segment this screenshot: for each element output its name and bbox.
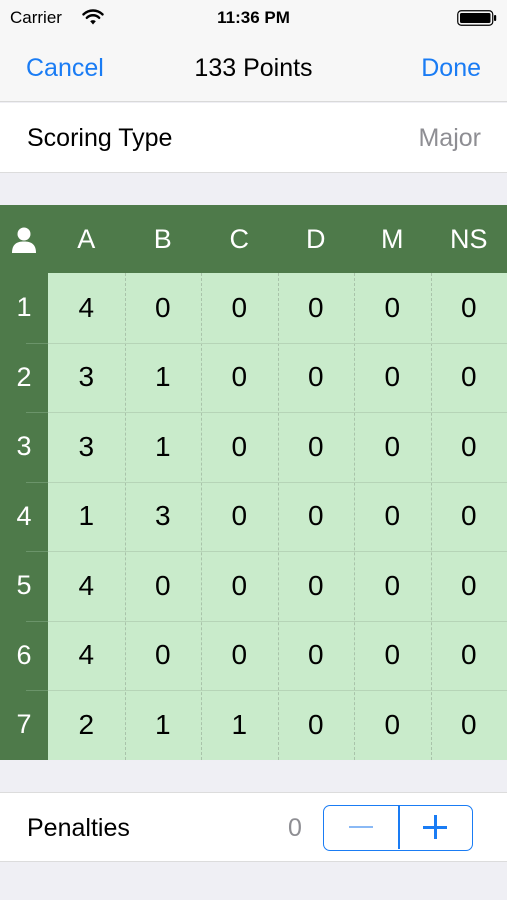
score-cell[interactable]: 0	[431, 690, 507, 759]
column-header-ns: NS	[449, 223, 488, 254]
score-cell[interactable]: 4	[48, 621, 125, 690]
score-cell[interactable]: 0	[354, 412, 431, 481]
score-cell[interactable]: 0	[201, 343, 278, 412]
column-header-b: B	[153, 223, 172, 254]
scoring-type-row[interactable]: Scoring Type Major	[0, 103, 507, 173]
penalties-stepper[interactable]	[323, 805, 473, 851]
row-divider	[26, 620, 48, 622]
score-cell[interactable]: 0	[278, 551, 355, 620]
score-cell[interactable]: 0	[431, 412, 507, 481]
person-icon	[12, 227, 36, 253]
grid-cells: 4000003100003100001300004000004000002110…	[48, 273, 507, 760]
score-cell[interactable]: 1	[201, 690, 278, 759]
score-cell[interactable]: 0	[201, 621, 278, 690]
penalties-label: Penalties	[27, 814, 130, 842]
row-header-3: 3	[16, 431, 32, 461]
score-cell[interactable]: 3	[48, 412, 125, 481]
score-cell[interactable]: 0	[278, 273, 355, 342]
done-button[interactable]: Done	[421, 54, 481, 83]
score-cell[interactable]: 0	[431, 343, 507, 412]
row-divider	[26, 342, 48, 344]
score-cell[interactable]: 0	[431, 621, 507, 690]
increment-button[interactable]	[399, 806, 472, 849]
row-divider	[26, 551, 48, 552]
status-bar: Carrier 11:36 PM	[0, 0, 507, 36]
score-cell[interactable]: 0	[278, 343, 355, 412]
row-header-7: 7	[16, 709, 32, 739]
row-header-4: 4	[16, 500, 32, 531]
score-cell[interactable]: 0	[201, 482, 278, 551]
column-header-d: D	[306, 223, 326, 254]
score-cell[interactable]: 0	[125, 621, 202, 690]
score-grid: A B C D M NS 1234567 400000310000310000130000…	[0, 205, 507, 760]
column-header-c: C	[229, 223, 250, 254]
score-cell[interactable]: 0	[354, 690, 431, 759]
row-header-column: 1 2 3 4 5 6 7	[0, 273, 48, 760]
score-cell[interactable]: 0	[431, 551, 507, 620]
row-header-6: 6	[16, 639, 32, 670]
score-cell[interactable]: 1	[125, 343, 202, 412]
column-header-a: A	[77, 223, 96, 254]
score-cell[interactable]: 2	[48, 690, 125, 759]
score-cell[interactable]: 1	[125, 690, 202, 759]
score-cell[interactable]: 3	[125, 482, 202, 551]
score-cell[interactable]: 0	[125, 273, 202, 342]
row-divider	[26, 690, 48, 691]
score-cell[interactable]: 0	[354, 343, 431, 412]
row-header-5: 5	[16, 570, 32, 600]
battery-icon	[457, 10, 497, 26]
cancel-button[interactable]: Cancel	[26, 54, 104, 83]
penalties-value: 0	[288, 814, 302, 842]
row-divider	[26, 481, 48, 483]
score-cell[interactable]: 3	[48, 343, 125, 412]
score-cell[interactable]: 0	[354, 482, 431, 551]
score-cell[interactable]: 0	[278, 412, 355, 481]
score-cell[interactable]: 0	[201, 551, 278, 620]
score-cell[interactable]: 1	[48, 482, 125, 551]
score-cell[interactable]: 4	[48, 551, 125, 620]
score-cell[interactable]: 0	[125, 551, 202, 620]
row-header-1: 1	[16, 292, 32, 322]
score-cell[interactable]: 0	[431, 482, 507, 551]
score-cell[interactable]: 0	[278, 690, 355, 759]
penalties-row: Penalties 0	[0, 792, 507, 862]
score-cell[interactable]: 0	[201, 273, 278, 342]
row-divider	[26, 412, 48, 413]
score-cell[interactable]: 4	[48, 273, 125, 342]
decrement-button[interactable]	[324, 806, 398, 849]
column-header-m: M	[381, 223, 404, 254]
status-time: 11:36 PM	[217, 8, 290, 27]
score-cell[interactable]: 0	[354, 551, 431, 620]
score-cell[interactable]: 0	[201, 412, 278, 481]
nav-bar: Cancel 133 Points Done	[0, 36, 507, 102]
score-cell[interactable]: 0	[278, 482, 355, 551]
scoring-type-label: Scoring Type	[27, 124, 173, 152]
scoring-type-value: Major	[418, 124, 481, 152]
score-cell[interactable]: 0	[431, 273, 507, 342]
score-cell[interactable]: 1	[125, 412, 202, 481]
grid-header: A B C D M NS	[0, 205, 507, 273]
row-header-2: 2	[16, 361, 32, 392]
score-cell[interactable]: 0	[354, 621, 431, 690]
score-cell[interactable]: 0	[278, 621, 355, 690]
score-cell[interactable]: 0	[354, 273, 431, 342]
